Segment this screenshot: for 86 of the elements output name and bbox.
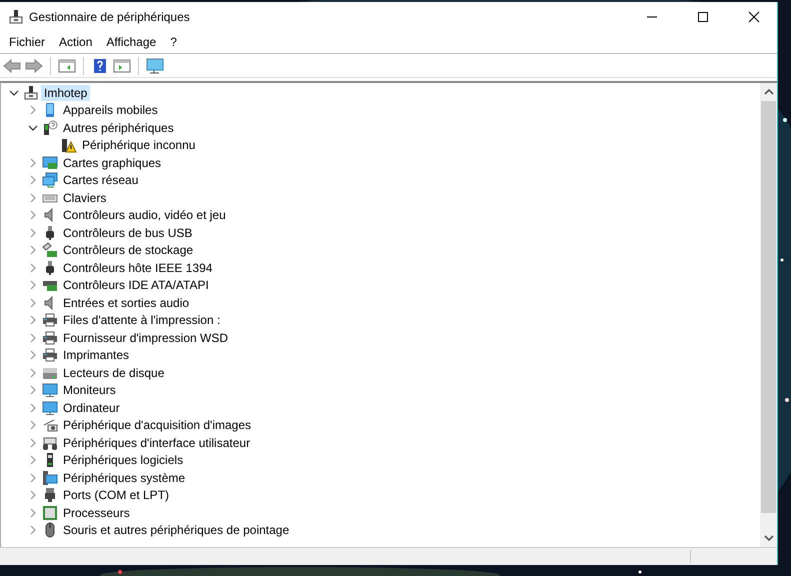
computer-icon: [8, 8, 24, 24]
minimize-icon: [646, 16, 658, 18]
expand-chevron-icon[interactable]: [28, 525, 38, 536]
tree-item[interactable]: Moniteurs: [60, 382, 119, 398]
tree-item[interactable]: Contrôleurs IDE ATA/ATAPI: [60, 277, 212, 294]
tree-item[interactable]: Imhotep: [41, 84, 90, 101]
menu-item[interactable]: Affichage: [99, 33, 164, 51]
tree-item[interactable]: Contrôleurs de stockage: [60, 242, 196, 258]
tree-item[interactable]: Entrées et sorties audio: [60, 294, 192, 311]
menu-item[interactable]: Fichier: [2, 33, 52, 51]
device-icon: [42, 470, 58, 486]
tree-item[interactable]: Ports (COM et LPT): [60, 487, 172, 504]
tree-item[interactable]: Périphériques logiciels: [60, 452, 186, 468]
tree-item[interactable]: Périphériques système: [60, 470, 188, 486]
tree-item[interactable]: Claviers: [60, 190, 110, 206]
device-icon: [23, 84, 39, 101]
menu-item[interactable]: Action: [52, 33, 100, 51]
scrollbar[interactable]: [760, 83, 777, 547]
expand-chevron-icon[interactable]: [28, 472, 38, 483]
collapse-chevron-icon[interactable]: [9, 88, 19, 98]
pane-icon[interactable]: [113, 58, 131, 74]
tree-item[interactable]: Fournisseur d'impression WSD: [60, 330, 232, 346]
device-icon: [42, 487, 58, 504]
console-tree-icon[interactable]: [58, 58, 76, 74]
scroll-up-icon[interactable]: [764, 87, 774, 97]
expand-chevron-icon[interactable]: [28, 438, 38, 448]
scroll-thumb[interactable]: [761, 101, 776, 513]
expand-chevron-icon[interactable]: [28, 315, 38, 326]
expand-chevron-icon[interactable]: [28, 385, 38, 396]
device-icon: [42, 504, 58, 521]
expand-chevron-icon[interactable]: [28, 350, 38, 360]
expand-chevron-icon[interactable]: [28, 228, 38, 238]
device-icon: [42, 382, 58, 398]
tree-item[interactable]: Appareils mobiles: [60, 102, 161, 118]
expand-chevron-icon[interactable]: [28, 280, 38, 290]
expand-chevron-icon[interactable]: [28, 105, 38, 116]
expand-chevron-icon[interactable]: [28, 210, 38, 220]
device-icon: [61, 137, 77, 154]
tree-item[interactable]: Contrôleurs de bus USB: [60, 224, 196, 241]
expand-chevron-icon[interactable]: [28, 402, 38, 413]
device-icon: [42, 347, 58, 364]
tree-item[interactable]: Contrôleurs audio, vidéo et jeu: [60, 207, 229, 224]
tree-item[interactable]: Contrôleurs hôte IEEE 1394: [60, 260, 216, 276]
device-icon: [42, 417, 58, 434]
tree-item[interactable]: Périphériques d'interface utilisateur: [60, 434, 254, 451]
tree-item[interactable]: Cartes réseau: [60, 172, 142, 188]
device-icon: [42, 120, 58, 136]
tree-item[interactable]: Autres périphériques: [60, 120, 177, 136]
device-icon: [42, 242, 58, 258]
tree-item[interactable]: Cartes graphiques: [60, 154, 164, 171]
device-icon: [42, 400, 58, 416]
expand-chevron-icon[interactable]: [28, 332, 38, 343]
window-title: Gestionnaire de périphériques: [29, 10, 190, 24]
device-icon: [42, 172, 58, 188]
menu-item[interactable]: ?: [163, 33, 184, 51]
help-icon[interactable]: [91, 58, 109, 74]
tree-item[interactable]: Ordinateur: [60, 400, 123, 416]
tree-item[interactable]: Souris et autres périphériques de pointage: [60, 522, 292, 538]
expand-chevron-icon[interactable]: [28, 368, 38, 378]
expand-chevron-icon[interactable]: [28, 455, 38, 466]
expand-chevron-icon[interactable]: [28, 508, 38, 518]
tree-item[interactable]: Processeurs: [60, 504, 133, 521]
monitor-icon[interactable]: [146, 58, 164, 74]
scroll-down-icon[interactable]: [764, 533, 774, 543]
forward-arrow-icon[interactable]: [25, 58, 43, 74]
tree-item[interactable]: Périphérique inconnu: [79, 137, 198, 154]
expand-chevron-icon[interactable]: [28, 490, 38, 500]
device-icon: [42, 330, 58, 346]
expand-chevron-icon[interactable]: [28, 245, 38, 256]
tree-item[interactable]: Périphérique d'acquisition d'images: [60, 417, 254, 434]
close-icon: [748, 10, 760, 22]
tree-item[interactable]: Files d'attente à l'impression :: [60, 312, 224, 328]
expand-chevron-icon[interactable]: [28, 158, 38, 168]
expand-chevron-icon[interactable]: [28, 262, 38, 273]
back-arrow-icon[interactable]: [3, 58, 21, 74]
tree-item[interactable]: Imprimantes: [60, 347, 132, 364]
maximize-icon: [697, 10, 709, 22]
device-icon: [42, 434, 58, 451]
collapse-chevron-icon[interactable]: [28, 122, 38, 133]
expand-chevron-icon[interactable]: [28, 175, 38, 186]
tree-item[interactable]: Lecteurs de disque: [60, 364, 168, 381]
expand-chevron-icon[interactable]: [28, 298, 38, 308]
device-icon: [42, 312, 58, 328]
expand-chevron-icon[interactable]: [28, 192, 38, 203]
device-icon: [42, 154, 58, 171]
expand-chevron-icon[interactable]: [28, 420, 38, 430]
